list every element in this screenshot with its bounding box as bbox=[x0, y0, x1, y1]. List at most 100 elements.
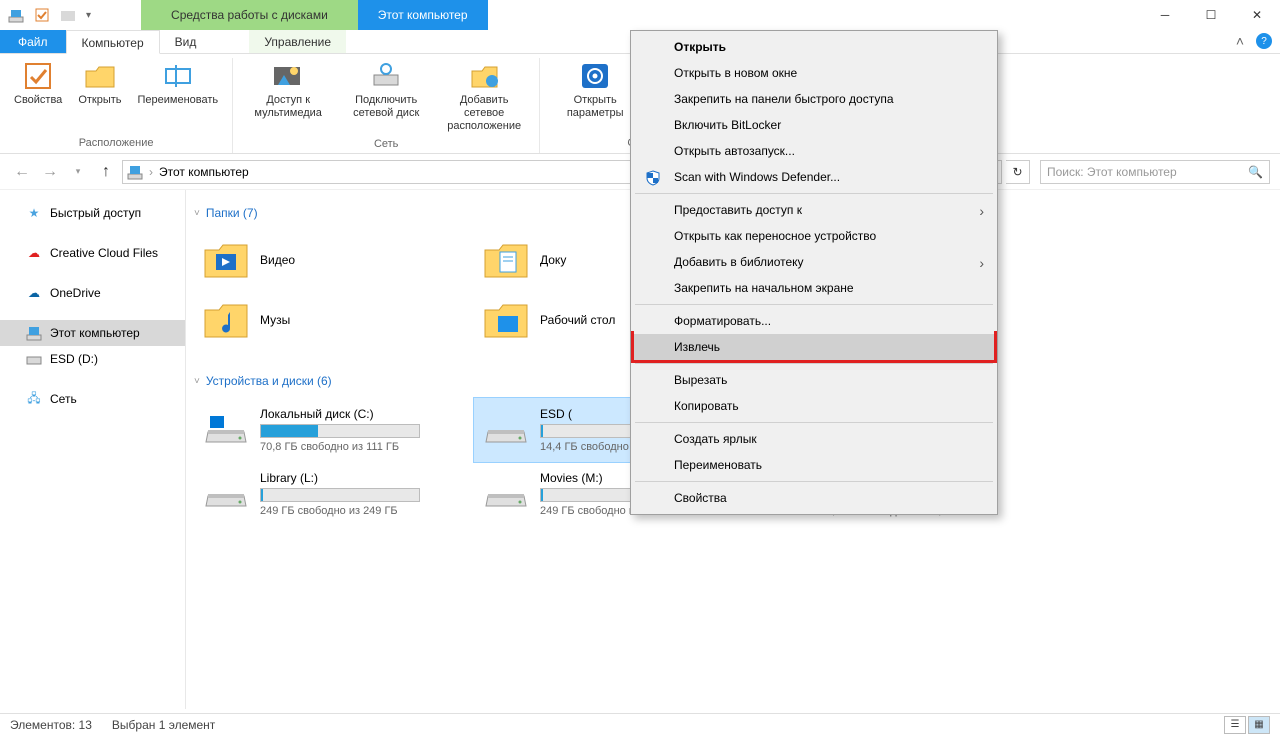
context-menu-item[interactable]: Предоставить доступ к bbox=[634, 197, 994, 223]
help-icon[interactable]: ? bbox=[1256, 33, 1272, 49]
ribbon-group-network: Сеть bbox=[374, 136, 398, 154]
add-netloc-icon bbox=[468, 60, 500, 92]
nav-back[interactable]: ← bbox=[10, 160, 34, 184]
sidebar-item-esd[interactable]: ESD (D:) bbox=[0, 346, 185, 372]
ribbon-collapse-icon[interactable]: ˄ bbox=[1236, 33, 1244, 49]
ribbon-media-access[interactable]: Доступ к мультимедиа bbox=[241, 58, 335, 136]
nav-up[interactable]: ↑ bbox=[94, 160, 118, 184]
context-menu-label: Свойства bbox=[674, 491, 727, 505]
context-menu-item[interactable]: Извлечь bbox=[634, 334, 994, 360]
context-menu-item[interactable]: Открыть как переносное устройство bbox=[634, 223, 994, 249]
folder-label: Доку bbox=[540, 253, 566, 267]
cc-icon: ☁ bbox=[26, 245, 42, 261]
folder-icon bbox=[202, 299, 250, 341]
context-menu-item[interactable]: Форматировать... bbox=[634, 308, 994, 334]
nav-forward[interactable]: → bbox=[38, 160, 62, 184]
tab-computer[interactable]: Компьютер bbox=[66, 30, 160, 54]
sidebar-item-quickaccess[interactable]: ★Быстрый доступ bbox=[0, 200, 185, 226]
drive-item[interactable]: Локальный диск (C:) 70,8 ГБ свободно из 1… bbox=[194, 398, 474, 462]
shield-icon bbox=[644, 169, 662, 187]
ribbon-add-netloc[interactable]: Добавить сетевое расположение bbox=[437, 58, 531, 136]
window-title: Этот компьютер bbox=[358, 0, 488, 30]
context-menu-item[interactable]: Открыть в новом окне bbox=[634, 60, 994, 86]
ribbon-open[interactable]: Открыть bbox=[72, 58, 127, 135]
minimize-button[interactable]: ─ bbox=[1142, 0, 1188, 30]
context-menu-label: Закрепить на начальном экране bbox=[674, 281, 854, 295]
maximize-button[interactable]: ☐ bbox=[1188, 0, 1234, 30]
context-menu-separator bbox=[635, 304, 993, 305]
ribbon-map-drive[interactable]: Подключить сетевой диск bbox=[339, 58, 433, 136]
sidebar: ★Быстрый доступ ☁Creative Cloud Files ☁O… bbox=[0, 190, 186, 709]
context-menu-item[interactable]: Закрепить на панели быстрого доступа bbox=[634, 86, 994, 112]
rename-icon bbox=[162, 60, 194, 92]
folder-icon bbox=[202, 239, 250, 281]
status-item-count: Элементов: 13 bbox=[10, 718, 92, 732]
context-menu-label: Создать ярлык bbox=[674, 432, 757, 446]
context-menu-item[interactable]: Добавить в библиотеку bbox=[634, 249, 994, 275]
status-selection: Выбран 1 элемент bbox=[112, 718, 215, 732]
sidebar-item-network[interactable]: 🖧Сеть bbox=[0, 386, 185, 412]
context-menu-item[interactable]: Свойства bbox=[634, 485, 994, 511]
context-menu-separator bbox=[635, 481, 993, 482]
context-menu-label: Открыть в новом окне bbox=[674, 66, 797, 80]
tab-view[interactable]: Вид bbox=[160, 30, 212, 53]
breadcrumb-segment[interactable]: Этот компьютер bbox=[159, 165, 249, 179]
qat-properties-icon[interactable] bbox=[34, 7, 50, 23]
context-menu-item[interactable]: Создать ярлык bbox=[634, 426, 994, 452]
drive-name: Локальный диск (C:) bbox=[260, 407, 466, 421]
drive-usage-bar bbox=[260, 424, 420, 438]
drive-icon bbox=[26, 351, 42, 367]
context-menu-label: Закрепить на панели быстрого доступа bbox=[674, 92, 894, 106]
context-menu-label: Добавить в библиотеку bbox=[674, 255, 804, 269]
context-menu-label: Вырезать bbox=[674, 373, 727, 387]
context-menu: Открыть Открыть в новом окне Закрепить на … bbox=[630, 30, 998, 515]
qat-more-icon[interactable]: ▾ bbox=[86, 10, 91, 21]
context-menu-item[interactable]: Вырезать bbox=[634, 367, 994, 393]
folder-item[interactable]: Видео bbox=[194, 230, 474, 290]
close-button[interactable]: ✕ bbox=[1234, 0, 1280, 30]
drive-free-text: 249 ГБ свободно из 249 ГБ bbox=[260, 505, 466, 517]
highlight-eject: Извлечь bbox=[631, 331, 997, 363]
folder-item[interactable]: Музы bbox=[194, 290, 474, 350]
search-icon: 🔍 bbox=[1248, 165, 1263, 179]
sidebar-item-creativecloud[interactable]: ☁Creative Cloud Files bbox=[0, 240, 185, 266]
view-details-button[interactable]: ☰ bbox=[1224, 716, 1246, 734]
folder-label: Музы bbox=[260, 313, 290, 327]
sidebar-item-thispc[interactable]: Этот компьютер bbox=[0, 320, 185, 346]
qat-newfolder-icon[interactable] bbox=[60, 7, 76, 23]
breadcrumb-pc-icon bbox=[127, 164, 143, 180]
context-menu-label: Открыть автозапуск... bbox=[674, 144, 795, 158]
network-icon: 🖧 bbox=[26, 391, 42, 407]
context-menu-item[interactable]: Включить BitLocker bbox=[634, 112, 994, 138]
context-menu-item[interactable]: Переименовать bbox=[634, 452, 994, 478]
context-menu-item[interactable]: Закрепить на начальном экране bbox=[634, 275, 994, 301]
drive-icon bbox=[482, 474, 530, 514]
onedrive-icon: ☁ bbox=[26, 285, 42, 301]
ribbon-rename[interactable]: Переименовать bbox=[132, 58, 225, 135]
drive-icon bbox=[482, 410, 530, 450]
ribbon-group-location: Расположение bbox=[79, 135, 154, 153]
drive-free-text: 70,8 ГБ свободно из 111 ГБ bbox=[260, 441, 466, 453]
ribbon-open-settings[interactable]: Открыть параметры bbox=[548, 58, 642, 135]
folder-icon bbox=[482, 299, 530, 341]
refresh-button[interactable]: ↻ bbox=[1006, 160, 1030, 184]
statusbar: Элементов: 13 Выбран 1 элемент ☰ ▦ bbox=[0, 713, 1280, 735]
drive-usage-bar bbox=[260, 488, 420, 502]
app-icon bbox=[8, 7, 24, 23]
nav-recent-dropdown[interactable]: ▾ bbox=[66, 160, 90, 184]
media-icon bbox=[272, 60, 304, 92]
context-menu-item[interactable]: Копировать bbox=[634, 393, 994, 419]
context-menu-item[interactable]: Scan with Windows Defender... bbox=[634, 164, 994, 190]
drive-item[interactable]: Library (L:)249 ГБ свободно из 249 ГБ bbox=[194, 462, 474, 526]
tab-file[interactable]: Файл bbox=[0, 30, 66, 53]
context-menu-item[interactable]: Открыть bbox=[634, 34, 994, 60]
context-menu-item[interactable]: Открыть автозапуск... bbox=[634, 138, 994, 164]
search-input[interactable]: Поиск: Этот компьютер 🔍 bbox=[1040, 160, 1270, 184]
context-menu-separator bbox=[635, 193, 993, 194]
contextual-tab-drives[interactable]: Средства работы с дисками bbox=[141, 0, 358, 30]
view-tiles-button[interactable]: ▦ bbox=[1248, 716, 1270, 734]
tab-manage[interactable]: Управление bbox=[249, 30, 346, 53]
ribbon-properties[interactable]: Свойства bbox=[8, 58, 68, 135]
context-menu-label: Включить BitLocker bbox=[674, 118, 781, 132]
sidebar-item-onedrive[interactable]: ☁OneDrive bbox=[0, 280, 185, 306]
